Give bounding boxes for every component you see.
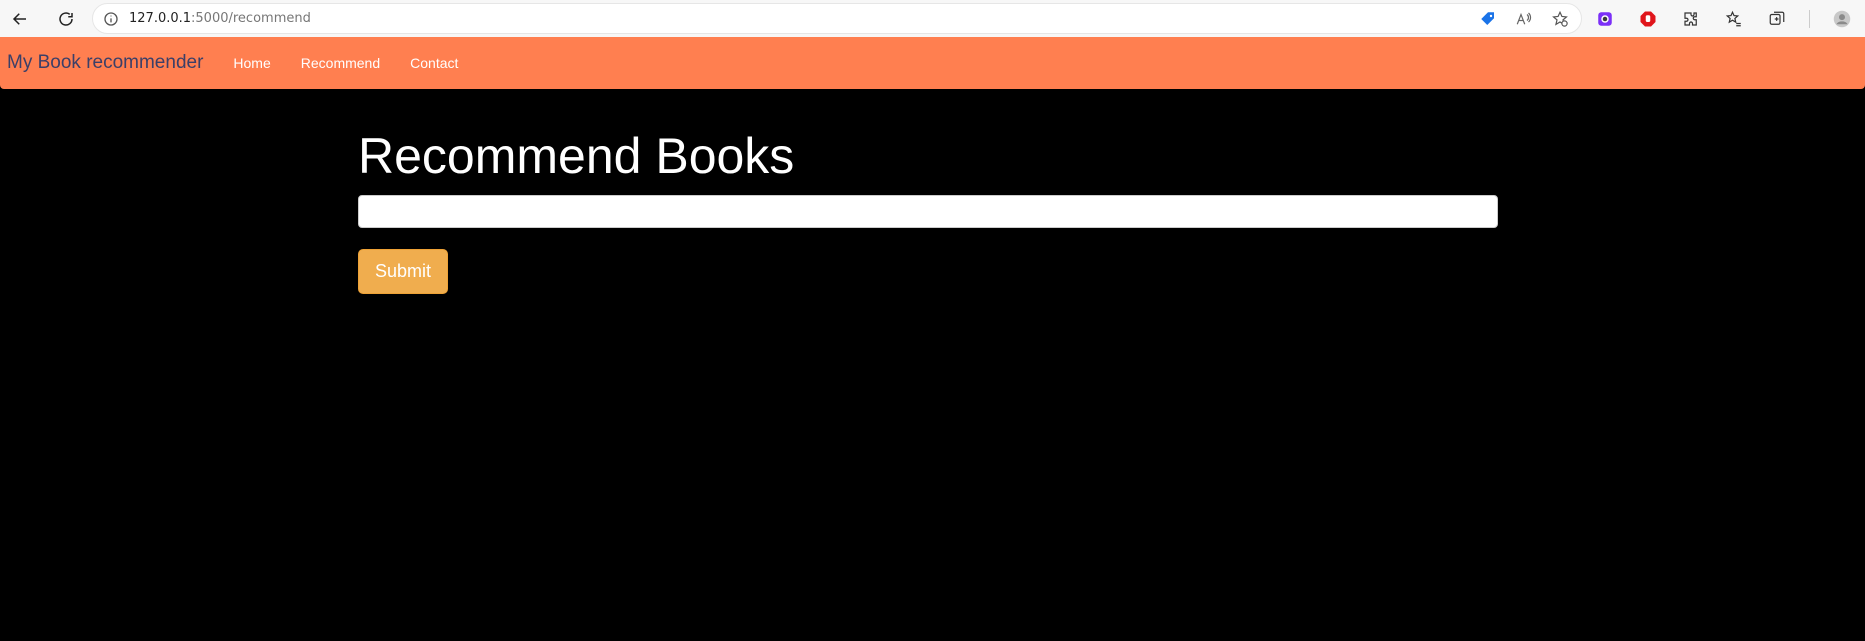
collections-icon[interactable] (1766, 8, 1788, 30)
url-host: 127.0.0.1 (129, 11, 192, 26)
site-navbar: My Book recommender Home Recommend Conta… (0, 37, 1865, 89)
url-path: :5000/recommend (191, 11, 311, 26)
refresh-icon[interactable] (46, 0, 86, 37)
profile-icon[interactable] (1831, 8, 1853, 30)
back-icon[interactable] (0, 0, 40, 37)
address-bar[interactable]: 127.0.0.1:5000/recommend (92, 3, 1582, 34)
adblock-icon[interactable] (1637, 8, 1659, 30)
main-content: Recommend Books Submit (358, 125, 1498, 294)
url-text[interactable]: 127.0.0.1:5000/recommend (129, 11, 311, 26)
page-title: Recommend Books (358, 128, 795, 184)
browser-toolbar: 127.0.0.1:5000/recommend (0, 0, 1865, 37)
nav-link-recommend[interactable]: Recommend (301, 55, 380, 71)
nav-link-home[interactable]: Home (233, 55, 270, 71)
favorite-add-icon[interactable] (1549, 8, 1571, 30)
submit-button[interactable]: Submit (358, 249, 448, 294)
book-input[interactable] (358, 195, 1498, 228)
color-extension-icon[interactable] (1594, 8, 1616, 30)
favorites-icon[interactable] (1723, 8, 1745, 30)
extensions-icon[interactable] (1680, 8, 1702, 30)
tag-icon[interactable] (1477, 8, 1499, 30)
nav-link-contact[interactable]: Contact (410, 55, 458, 71)
info-icon[interactable] (93, 11, 129, 27)
read-aloud-icon[interactable] (1513, 8, 1535, 30)
brand-link[interactable]: My Book recommender (7, 52, 203, 74)
toolbar-divider (1809, 10, 1810, 28)
